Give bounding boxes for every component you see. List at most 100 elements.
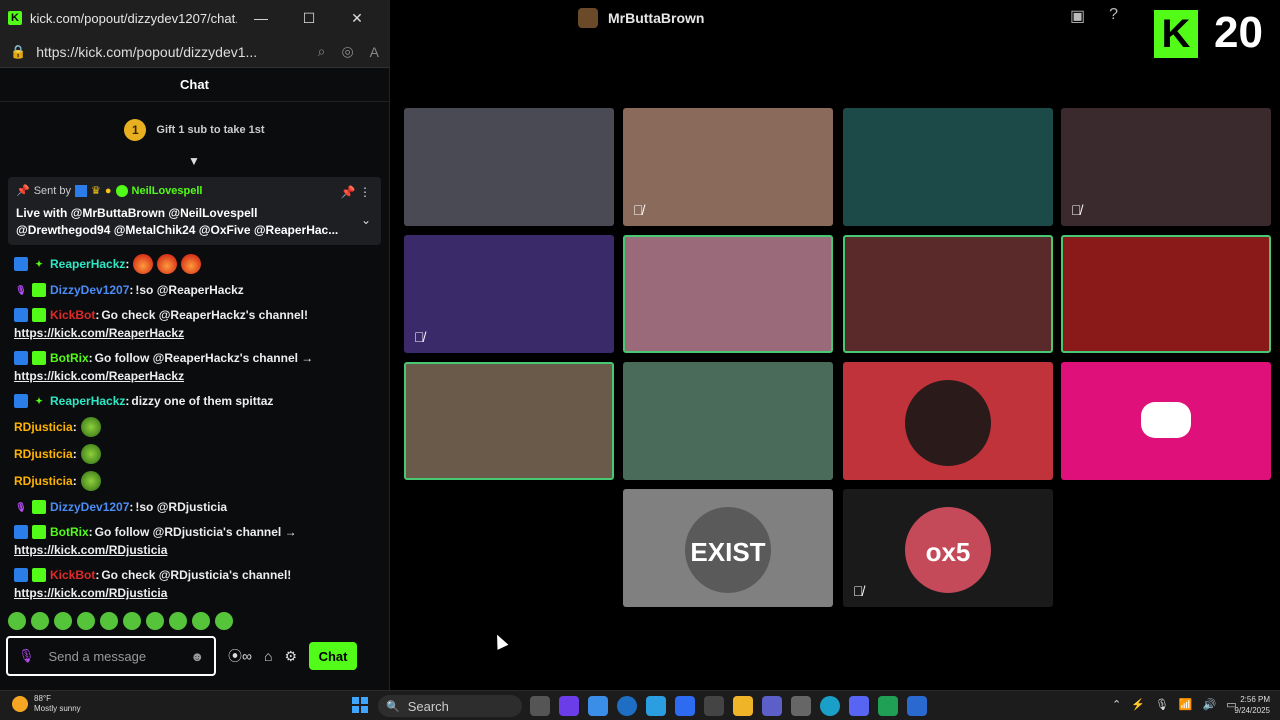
participant-tile[interactable]: ox5 🎙̸ (843, 489, 1053, 607)
participant-tile[interactable] (404, 108, 614, 226)
hp-icon[interactable] (617, 696, 637, 716)
gift-sub-banner[interactable]: 1 Gift 1 sub to take 1st (0, 102, 389, 158)
gift-badge-icon: ● (104, 184, 112, 197)
chat-username[interactable]: ReaperHackz (50, 255, 125, 273)
app-icon[interactable] (907, 696, 927, 716)
chat-username[interactable]: DizzyDev1207 (50, 498, 129, 516)
chat-text: Go follow @RDjusticia's channel → (94, 525, 297, 539)
wifi-icon[interactable]: 📶 (1179, 698, 1193, 711)
mic-icon[interactable]: 🎙 (1155, 698, 1169, 711)
minimize-icon[interactable]: — (237, 10, 285, 26)
user-badge-icon: 🎙 (15, 502, 27, 512)
help-icon[interactable]: ? (1109, 6, 1118, 26)
window-title: kick.com/popout/dizzydev1207/chat... (30, 10, 237, 26)
pinned-user[interactable]: NeilLovespell (132, 185, 203, 197)
chevron-down-icon[interactable]: ⌄ (361, 213, 371, 227)
volume-icon[interactable]: 🔊 (1203, 698, 1217, 711)
emote-icon[interactable] (215, 612, 233, 630)
zoom-app-icon[interactable] (675, 696, 695, 716)
chat-username[interactable]: DizzyDev1207 (50, 281, 129, 299)
tracking-icon[interactable]: ◎ (341, 43, 353, 60)
chat-link[interactable]: https://kick.com/ReaperHackz (14, 367, 384, 385)
chat-header: Chat (0, 68, 389, 102)
participant-tile[interactable] (843, 108, 1053, 226)
copilot-icon[interactable] (588, 696, 608, 716)
weather-widget[interactable]: 88°F Mostly sunny (12, 694, 81, 714)
emote-icon[interactable] (31, 612, 49, 630)
windows-start-icon[interactable] (352, 697, 368, 713)
streamer-info[interactable]: MrButtaBrown (578, 8, 704, 28)
participant-tile[interactable]: 🎙̸ (404, 235, 614, 353)
emote-icon[interactable] (100, 612, 118, 630)
chat-username[interactable]: KickBot (50, 566, 95, 584)
store-app-icon[interactable] (704, 696, 724, 716)
participant-tile[interactable] (843, 235, 1053, 353)
participant-tile[interactable] (404, 362, 614, 480)
microphone-icon[interactable]: 🎙 (18, 648, 35, 664)
chat-link[interactable]: https://kick.com/ReaperHackz (14, 324, 384, 342)
participant-tile[interactable]: 🎙̸ (1061, 108, 1271, 226)
task-view-icon[interactable] (530, 696, 550, 716)
emote-icon[interactable] (169, 612, 187, 630)
chat-text: Go check @ReaperHackz's channel! (101, 308, 308, 322)
clock[interactable]: 2:56 PM 9/24/2025 (1226, 694, 1270, 716)
chat-username[interactable]: RDjusticia (14, 418, 73, 436)
chat-username[interactable]: KickBot (50, 306, 95, 324)
participant-tile[interactable]: 🎙̸ (623, 108, 833, 226)
url-text[interactable]: https://kick.com/popout/dizzydev1... (36, 44, 301, 60)
close-icon[interactable]: ✕ (333, 10, 381, 27)
maximize-icon[interactable]: ☐ (285, 10, 333, 27)
emote-icon[interactable] (77, 612, 95, 630)
app-icon[interactable] (646, 696, 666, 716)
address-bar[interactable]: 🔒 https://kick.com/popout/dizzydev1... ⌕… (0, 36, 389, 68)
taskbar-search[interactable]: 🔍 Search (378, 695, 522, 717)
store-icon[interactable]: ⌂ (264, 648, 272, 664)
chat-username[interactable]: BotRix (50, 523, 89, 541)
emote-icon[interactable] (123, 612, 141, 630)
chat-username[interactable]: ReaperHackz (50, 392, 125, 410)
participant-tile[interactable] (843, 362, 1053, 480)
viewer-count: 20 (1214, 8, 1263, 57)
verified-badge-icon (115, 184, 128, 197)
participant-tile[interactable] (623, 235, 833, 353)
settings-gear-icon[interactable]: ⚙ (284, 648, 297, 665)
taskbar: 88°F Mostly sunny 🔍 Search ⌃ ⚡ 🎙 📶 🔊 ▭ 2… (0, 690, 1280, 720)
pinned-message[interactable]: 📌 Sent by ♛ ● NeilLovespell Live with @M… (8, 177, 381, 245)
user-badge-icon: ✦ (35, 396, 43, 406)
emote-icon[interactable] (54, 612, 72, 630)
participant-tile[interactable]: EXIST (623, 489, 833, 607)
filter-icon[interactable]: ▼ (188, 154, 200, 168)
app-icon[interactable] (559, 696, 579, 716)
teams-icon[interactable] (762, 696, 782, 716)
message-input[interactable]: 🎙 Send a message ☻ (6, 636, 216, 676)
emote-icon[interactable] (146, 612, 164, 630)
participant-tile[interactable] (1061, 235, 1271, 353)
points-icon[interactable]: ⦿∞ (228, 646, 252, 666)
discord-icon[interactable] (849, 696, 869, 716)
file-explorer-icon[interactable] (733, 696, 753, 716)
zoom-icon[interactable]: ⌕ (318, 43, 326, 60)
muted-mic-icon: 🎙̸ (853, 583, 864, 599)
read-aloud-icon[interactable]: A (370, 44, 379, 60)
chevron-up-icon[interactable]: ⌃ (1112, 698, 1121, 711)
send-chat-button[interactable]: Chat (309, 642, 358, 670)
edge-icon[interactable] (820, 696, 840, 716)
participant-tile[interactable] (623, 362, 833, 480)
unpin-icon[interactable]: 📌 ⋮ (341, 185, 371, 199)
search-placeholder: Search (407, 698, 449, 714)
chat-username[interactable]: RDjusticia (14, 445, 73, 463)
message-placeholder[interactable]: Send a message (49, 649, 191, 664)
chat-link[interactable]: https://kick.com/RDjusticia (14, 584, 384, 602)
screen-share-icon[interactable]: ▣ (1070, 6, 1085, 26)
chat-link[interactable]: https://kick.com/RDjusticia (14, 541, 384, 559)
settings-icon[interactable] (791, 696, 811, 716)
network-icon[interactable]: ⚡ (1131, 698, 1145, 711)
emote-icon[interactable] (192, 612, 210, 630)
participant-tile[interactable] (1061, 362, 1271, 480)
chat-message: KickBot: Go check @ReaperHackz's channel!… (14, 306, 384, 342)
chat-username[interactable]: BotRix (50, 349, 89, 367)
chat-username[interactable]: RDjusticia (14, 472, 73, 490)
kick-app-icon[interactable] (878, 696, 898, 716)
emote-icon[interactable] (8, 612, 26, 630)
emoji-icon[interactable]: ☻ (190, 649, 204, 664)
